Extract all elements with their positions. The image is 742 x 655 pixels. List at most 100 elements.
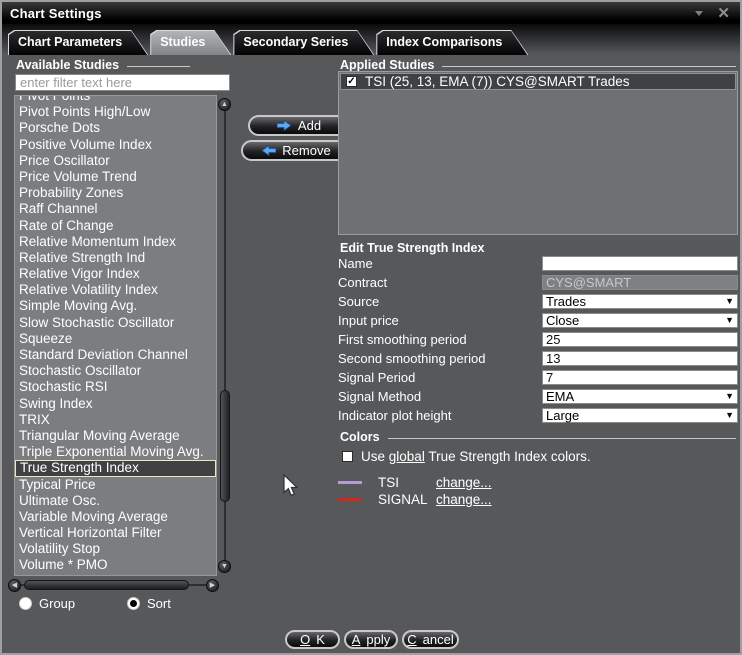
input-first-smoothing-period[interactable] <box>542 332 738 347</box>
tab-label: Studies <box>150 30 231 49</box>
chart-settings-dialog: Chart Settings ✕ Chart Parameters Studie… <box>0 0 742 655</box>
select-source[interactable]: Trades▼ <box>542 294 738 309</box>
horizontal-scrollbar[interactable]: ◀ ▶ <box>8 578 219 593</box>
list-item-slow-stochastic-oscillator[interactable]: Slow Stochastic Oscillator <box>15 315 216 331</box>
available-studies-list-box: Pivot PointsPivot Points High/LowPorsche… <box>14 95 217 576</box>
list-item-pivot-points-high-low[interactable]: Pivot Points High/Low <box>15 104 216 120</box>
list-item-ultimate-osc[interactable]: Ultimate Osc. <box>15 493 216 509</box>
filter-input[interactable] <box>15 74 230 91</box>
tab-label: Secondary Series <box>233 30 374 49</box>
list-item-raff-channel[interactable]: Raff Channel <box>15 201 216 217</box>
label-part: Use <box>361 449 385 464</box>
radio-icon[interactable] <box>127 597 140 610</box>
section-title: Applied Studies <box>340 58 434 72</box>
list-item-vertical-horizontal-filter[interactable]: Vertical Horizontal Filter <box>15 525 216 541</box>
list-item-triple-exponential-moving-avg[interactable]: Triple Exponential Moving Avg. <box>15 444 216 460</box>
scrollbar-thumb[interactable] <box>24 580 189 590</box>
window-title: Chart Settings <box>2 6 102 21</box>
list-item-rate-of-change[interactable]: Rate of Change <box>15 218 216 234</box>
group-radio[interactable]: Group <box>19 596 75 611</box>
select-value: Close <box>546 314 725 327</box>
list-item-price-volume-trend[interactable]: Price Volume Trend <box>15 169 216 185</box>
applied-study-label: TSI (25, 13, EMA (7)) CYS@SMART Trades <box>365 74 630 89</box>
list-item-stochastic-rsi[interactable]: Stochastic RSI <box>15 379 216 395</box>
list-item-pivot-points[interactable]: Pivot Points <box>15 95 216 104</box>
list-item-squeeze[interactable]: Squeeze <box>15 331 216 347</box>
window-menu-icon[interactable] <box>695 11 703 16</box>
list-item-relative-vigor-index[interactable]: Relative Vigor Index <box>15 266 216 282</box>
field-label: Indicator plot height <box>338 408 542 423</box>
list-item-volume-pmo[interactable]: Volume * PMO <box>15 557 216 573</box>
remove-button[interactable]: Remove <box>241 140 351 161</box>
edit-form: NameContractSourceTrades▼Input priceClos… <box>338 254 738 425</box>
checkbox-checked-icon[interactable]: ✓ <box>346 76 357 87</box>
select-value: Large <box>546 409 725 422</box>
scroll-up-icon[interactable]: ▲ <box>218 98 231 111</box>
tsi-change-link[interactable]: change... <box>436 475 492 490</box>
list-item-relative-strength-ind[interactable]: Relative Strength Ind <box>15 250 216 266</box>
chevron-down-icon: ▼ <box>725 316 734 325</box>
scroll-right-icon[interactable]: ▶ <box>206 579 219 592</box>
color-name: SIGNAL <box>378 492 436 507</box>
input-contract <box>542 275 738 290</box>
tab-studies[interactable]: Studies <box>150 30 231 55</box>
input-name[interactable] <box>542 256 738 271</box>
applied-studies-header: Applied Studies <box>340 58 736 72</box>
tab-label: Index Comparisons <box>376 30 528 49</box>
scroll-left-icon[interactable]: ◀ <box>8 579 21 592</box>
list-item-typical-price[interactable]: Typical Price <box>15 477 216 493</box>
scroll-down-icon[interactable]: ▼ <box>218 560 231 573</box>
color-name: TSI <box>378 475 436 490</box>
signal-color-swatch <box>338 498 362 501</box>
list-item-relative-volatility-index[interactable]: Relative Volatility Index <box>15 282 216 298</box>
vertical-scrollbar[interactable]: ▲ ▼ <box>217 95 233 576</box>
select-indicator-plot-height[interactable]: Large▼ <box>542 408 738 423</box>
scrollbar-thumb[interactable] <box>220 390 230 502</box>
list-item-stochastic-oscillator[interactable]: Stochastic Oscillator <box>15 363 216 379</box>
list-item-positive-volume-index[interactable]: Positive Volume Index <box>15 137 216 153</box>
input-signal-period[interactable] <box>542 370 738 385</box>
list-item-swing-index[interactable]: Swing Index <box>15 396 216 412</box>
applied-studies-list-box: ✓ TSI (25, 13, EMA (7)) CYS@SMART Trades <box>338 71 738 235</box>
chevron-down-icon: ▼ <box>725 297 734 306</box>
tab-index-comparisons[interactable]: Index Comparisons <box>376 30 528 55</box>
list-item-simple-moving-avg[interactable]: Simple Moving Avg. <box>15 298 216 314</box>
mouse-cursor <box>283 474 299 498</box>
ok-button[interactable]: OK <box>285 630 340 649</box>
use-global-colors-row: Use global True Strength Index colors. <box>342 449 591 464</box>
signal-change-link[interactable]: change... <box>436 492 492 507</box>
field-label: Second smoothing period <box>338 351 542 366</box>
radio-icon[interactable] <box>19 597 32 610</box>
input-second-smoothing-period[interactable] <box>542 351 738 366</box>
select-value: EMA <box>546 390 725 403</box>
checkbox-unchecked-icon[interactable] <box>342 451 353 462</box>
apply-button[interactable]: Apply <box>344 630 398 649</box>
select-input-price[interactable]: Close▼ <box>542 313 738 328</box>
list-item-volatility-stop[interactable]: Volatility Stop <box>15 541 216 557</box>
tab-chart-parameters[interactable]: Chart Parameters <box>8 30 148 55</box>
add-button[interactable]: Add <box>248 115 350 136</box>
cancel-button[interactable]: Cancel <box>402 630 459 649</box>
list-item-triangular-moving-average[interactable]: Triangular Moving Average <box>15 428 216 444</box>
global-link[interactable]: global <box>389 449 425 464</box>
chevron-down-icon: ▼ <box>725 392 734 401</box>
form-row-indicator-plot-height: Indicator plot heightLarge▼ <box>338 406 738 425</box>
label-part: True Strength Index colors. <box>428 449 590 464</box>
list-item-true-strength-index[interactable]: True Strength Index <box>15 460 216 476</box>
list-item-trix[interactable]: TRIX <box>15 412 216 428</box>
list-item-price-oscillator[interactable]: Price Oscillator <box>15 153 216 169</box>
list-item-porsche-dots[interactable]: Porsche Dots <box>15 120 216 136</box>
list-item-standard-deviation-channel[interactable]: Standard Deviation Channel <box>15 347 216 363</box>
applied-study-row[interactable]: ✓ TSI (25, 13, EMA (7)) CYS@SMART Trades <box>340 73 736 90</box>
sort-radio[interactable]: Sort <box>127 596 171 611</box>
list-item-variable-moving-average[interactable]: Variable Moving Average <box>15 509 216 525</box>
form-row-signal-method: Signal MethodEMA▼ <box>338 387 738 406</box>
field-label: Source <box>338 294 542 309</box>
select-signal-method[interactable]: EMA▼ <box>542 389 738 404</box>
arrow-right-icon <box>277 120 292 131</box>
list-item-probability-zones[interactable]: Probability Zones <box>15 185 216 201</box>
close-icon[interactable]: ✕ <box>717 6 730 21</box>
title-bar[interactable]: Chart Settings ✕ <box>2 2 740 24</box>
list-item-relative-momentum-index[interactable]: Relative Momentum Index <box>15 234 216 250</box>
tab-secondary-series[interactable]: Secondary Series <box>233 30 374 55</box>
